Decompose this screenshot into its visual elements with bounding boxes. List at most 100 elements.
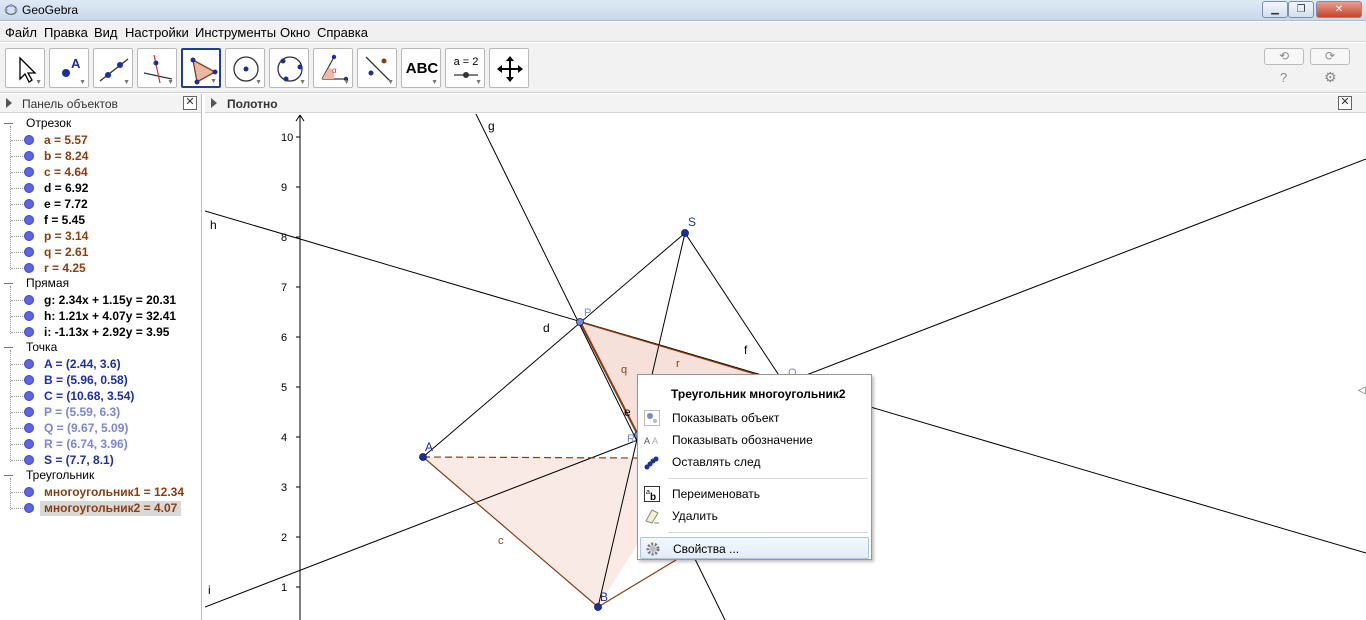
- menu-edit[interactable]: Правка: [44, 25, 88, 40]
- perpendicular-tool-button[interactable]: ▼: [137, 48, 177, 88]
- visibility-dot-icon[interactable]: [24, 359, 34, 369]
- trace-menu-item[interactable]: Оставлять след: [640, 451, 869, 473]
- expand-arrow-icon[interactable]: [211, 98, 217, 108]
- angle-tool-button[interactable]: α ▼: [313, 48, 353, 88]
- point-tool-button[interactable]: A ▼: [49, 48, 89, 88]
- algebra-panel-close-icon[interactable]: ✕: [183, 96, 197, 110]
- menu-file[interactable]: Файл: [5, 25, 37, 40]
- collapse-toggle-icon[interactable]: [4, 283, 13, 284]
- circle-three-points-tool-button[interactable]: ▼: [269, 48, 309, 88]
- point-A[interactable]: [419, 453, 427, 461]
- visibility-dot-icon[interactable]: [24, 503, 34, 513]
- line-tool-button[interactable]: ▼: [93, 48, 133, 88]
- visibility-dot-icon[interactable]: [24, 263, 34, 273]
- point-B[interactable]: [594, 603, 602, 611]
- visibility-dot-icon[interactable]: [24, 167, 34, 177]
- close-button[interactable]: ✕: [1316, 1, 1362, 18]
- object-definition: e = 7.72: [44, 197, 88, 211]
- object-definition: r = 4.25: [44, 261, 86, 275]
- collapse-toggle-icon[interactable]: [4, 347, 13, 348]
- slider-tool-button[interactable]: a = 2 ▼: [445, 48, 485, 88]
- visibility-dot-icon[interactable]: [24, 183, 34, 193]
- menu-settings[interactable]: Настройки: [125, 25, 189, 40]
- show-object-label: Показывать объект: [672, 411, 780, 425]
- title-bar: GeoGebra ▁ ❐ ✕: [0, 0, 1366, 21]
- visibility-dot-icon[interactable]: [24, 231, 34, 241]
- visibility-dot-icon[interactable]: [24, 215, 34, 225]
- point-S[interactable]: [681, 229, 689, 237]
- move-tool-button[interactable]: ▼: [5, 48, 45, 88]
- tree-connector: [11, 380, 23, 381]
- context-menu-title: Треугольник многоугольник2: [671, 387, 846, 401]
- svg-text:α: α: [332, 66, 337, 75]
- delete-menu-item[interactable]: Удалить: [640, 505, 869, 527]
- minimize-button[interactable]: ▁: [1262, 1, 1288, 18]
- show-object-menu-item[interactable]: Показывать объект: [640, 407, 869, 429]
- visibility-dot-icon[interactable]: [24, 327, 34, 337]
- collapse-toggle-icon[interactable]: [4, 475, 13, 476]
- point-label-B: B: [600, 590, 608, 604]
- expand-arrow-icon[interactable]: [6, 98, 12, 108]
- y-axis-tick-label: 4: [281, 432, 287, 444]
- visibility-dot-icon[interactable]: [24, 135, 34, 145]
- visibility-dot-icon[interactable]: [24, 391, 34, 401]
- text-tool-label: ABC: [405, 60, 439, 77]
- tree-connector: [11, 204, 23, 205]
- category-label: Треугольник: [26, 468, 95, 482]
- visibility-dot-icon[interactable]: [24, 487, 34, 497]
- algebra-panel-title: Панель объектов: [22, 97, 118, 111]
- visibility-dot-icon[interactable]: [24, 423, 34, 433]
- maximize-button[interactable]: ❐: [1288, 1, 1314, 18]
- object-definition: c = 4.64: [44, 165, 88, 179]
- tree-connector: [11, 268, 23, 269]
- object-definition: P = (5.59, 6.3): [44, 405, 121, 419]
- line-label-h: h: [210, 218, 217, 232]
- menu-tools[interactable]: Инструменты: [195, 25, 276, 40]
- show-label-menu-item[interactable]: AA Показывать обозначение: [640, 429, 869, 451]
- tree-connector: [11, 364, 23, 365]
- polygon-tool-button[interactable]: ▼: [181, 48, 221, 88]
- visibility-dot-icon[interactable]: [24, 247, 34, 257]
- menu-view[interactable]: Вид: [94, 25, 118, 40]
- tree-connector: [11, 220, 23, 221]
- object-definition: f = 5.45: [44, 213, 86, 227]
- tree-connector: [11, 172, 23, 173]
- reflect-tool-button[interactable]: ▼: [357, 48, 397, 88]
- text-tool-button[interactable]: ABC ▼: [401, 48, 441, 88]
- visibility-dot-icon[interactable]: [24, 199, 34, 209]
- rename-menu-item[interactable]: ab Переименовать: [640, 483, 869, 505]
- side-panel-handle-icon[interactable]: ◁: [1358, 385, 1366, 396]
- move-graphics-tool-button[interactable]: [489, 48, 529, 88]
- circle-tool-button[interactable]: ▼: [225, 48, 265, 88]
- visibility-dot-icon[interactable]: [24, 311, 34, 321]
- object-definition: h: 1.21x + 4.07y = 32.41: [44, 309, 177, 323]
- visibility-dot-icon[interactable]: [24, 151, 34, 161]
- object-definition: b = 8.24: [44, 149, 89, 163]
- window-title: GeoGebra: [22, 3, 79, 17]
- graphics-panel-close-icon[interactable]: ✕: [1338, 96, 1352, 110]
- y-axis-tick-label: 9: [281, 182, 287, 194]
- visibility-dot-icon[interactable]: [24, 375, 34, 385]
- delete-label: Удалить: [672, 509, 718, 523]
- settings-gear-icon[interactable]: ⚙: [1324, 69, 1337, 86]
- visibility-dot-icon[interactable]: [24, 407, 34, 417]
- point-P[interactable]: [576, 318, 584, 326]
- redo-button[interactable]: ⟳: [1310, 48, 1350, 65]
- visibility-dot-icon[interactable]: [24, 295, 34, 305]
- help-icon[interactable]: ?: [1280, 70, 1287, 85]
- visibility-dot-icon[interactable]: [24, 455, 34, 465]
- menu-window[interactable]: Окно: [280, 25, 310, 40]
- collapse-toggle-icon[interactable]: [4, 123, 13, 124]
- tree-connector: [11, 140, 23, 141]
- graphics-panel-header: Полотно ✕: [205, 94, 1366, 113]
- tree-connector: [11, 508, 23, 509]
- menu-help[interactable]: Справка: [317, 25, 368, 40]
- object-definition: q = 2.61: [44, 245, 89, 259]
- svg-text:A: A: [71, 56, 81, 71]
- move-arrows-icon: [497, 56, 523, 82]
- eraser-icon: [645, 509, 659, 524]
- undo-button[interactable]: ⟲: [1264, 48, 1304, 65]
- polygon1-fill[interactable]: [423, 457, 640, 607]
- visibility-dot-icon[interactable]: [24, 439, 34, 449]
- properties-menu-item[interactable]: Свойства ...: [640, 537, 869, 559]
